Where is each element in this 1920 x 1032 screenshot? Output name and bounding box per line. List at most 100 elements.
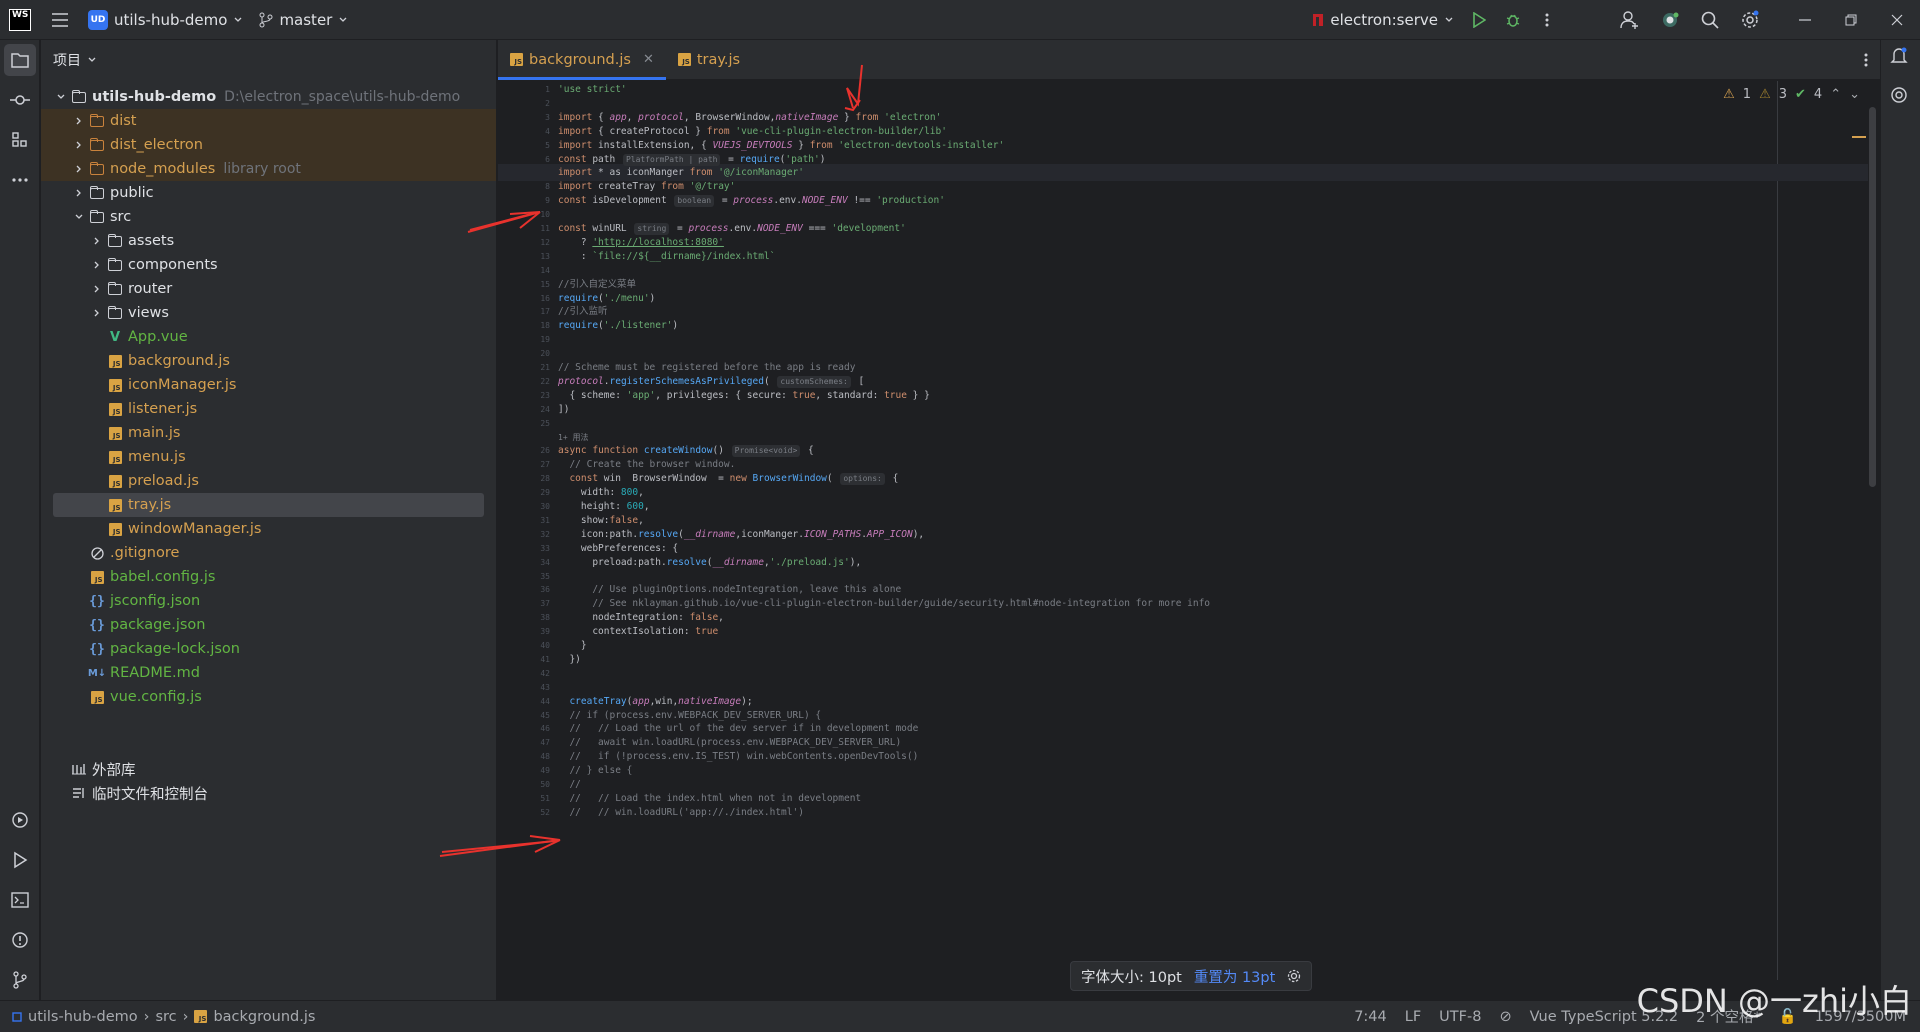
tree-external-libraries[interactable]: 外部库 xyxy=(41,757,496,781)
chevron-right-icon[interactable] xyxy=(71,113,87,129)
tree-item-label: background.js xyxy=(128,353,230,369)
reset-font-size-link[interactable]: 重置为 13pt xyxy=(1194,966,1275,987)
tree-item[interactable]: JS background.js xyxy=(41,349,496,373)
close-window-icon[interactable] xyxy=(1874,0,1920,40)
code-line[interactable]: ]) xyxy=(558,401,569,418)
tree-item[interactable]: public xyxy=(41,181,496,205)
tree-item[interactable]: node_modules library root xyxy=(41,157,496,181)
line-separator[interactable]: LF xyxy=(1405,1009,1421,1025)
tree-item[interactable]: assets xyxy=(41,229,496,253)
add-user-icon[interactable] xyxy=(1610,0,1650,40)
chevron-right-icon[interactable] xyxy=(89,233,105,249)
run-icon[interactable] xyxy=(1462,0,1496,40)
chevron-down-icon[interactable] xyxy=(71,209,87,225)
chevron-right-icon[interactable] xyxy=(71,137,87,153)
tree-item[interactable]: JS iconManager.js xyxy=(41,373,496,397)
crumb-file[interactable]: background.js xyxy=(213,1009,315,1025)
tab-background-js[interactable]: JS background.js ✕ xyxy=(498,40,666,80)
chevron-right-icon[interactable] xyxy=(89,257,105,273)
chevron-right-icon[interactable] xyxy=(89,305,105,321)
tree-item[interactable]: {} package-lock.json xyxy=(41,637,496,661)
caret-position[interactable]: 7:44 xyxy=(1354,1009,1387,1025)
project-switcher[interactable]: UD utils-hub-demo xyxy=(80,5,251,35)
app-logo[interactable]: WS xyxy=(0,0,40,40)
crumb-src[interactable]: src xyxy=(155,1009,176,1025)
project-tool-icon[interactable] xyxy=(4,44,36,76)
crumb-project[interactable]: utils-hub-demo xyxy=(28,1009,138,1025)
tree-item[interactable]: router xyxy=(41,277,496,301)
code-line[interactable]: const isDevelopment boolean = process.en… xyxy=(558,192,945,209)
terminal-tool-icon[interactable] xyxy=(4,884,36,916)
chevron-right-icon[interactable] xyxy=(89,281,105,297)
structure-tool-icon[interactable] xyxy=(4,124,36,156)
notifications-bell-icon[interactable] xyxy=(1889,46,1909,66)
usages-hint[interactable]: 1+ 用法 xyxy=(558,429,588,446)
ai-chat-icon[interactable] xyxy=(1890,86,1908,104)
editor-scrollbar[interactable] xyxy=(1869,107,1876,487)
tree-item[interactable]: {} package.json xyxy=(41,613,496,637)
chevron-right-icon[interactable] xyxy=(71,161,87,177)
git-tool-icon[interactable] xyxy=(4,964,36,996)
tree-item[interactable]: views xyxy=(41,301,496,325)
code-line[interactable]: }) xyxy=(558,651,580,668)
tree-item[interactable]: {} jsconfig.json xyxy=(41,589,496,613)
code-line[interactable]: 'use strict' xyxy=(558,81,627,98)
run-config-selector[interactable]: electron:serve xyxy=(1312,11,1454,29)
tree-item[interactable]: dist_electron xyxy=(41,133,496,157)
tree-item[interactable]: JS vue.config.js xyxy=(41,685,496,709)
minimize-icon[interactable] xyxy=(1782,0,1828,40)
tree-item[interactable]: M↓ README.md xyxy=(41,661,496,685)
tree-item[interactable]: src xyxy=(41,205,496,229)
main-menu-icon[interactable] xyxy=(40,0,80,40)
tree-item[interactable]: JS menu.js xyxy=(41,445,496,469)
run-tool-icon[interactable] xyxy=(4,844,36,876)
restore-icon[interactable] xyxy=(1828,0,1874,40)
debug-icon[interactable] xyxy=(1496,0,1530,40)
services-tool-icon[interactable] xyxy=(4,804,36,836)
tree-item[interactable]: JS windowManager.js xyxy=(41,517,496,541)
problems-tool-icon[interactable] xyxy=(4,924,36,956)
settings-gear-icon[interactable] xyxy=(1730,0,1770,40)
tree-item[interactable]: .gitignore xyxy=(41,541,496,565)
code-line[interactable]: preload:path.resolve(__dirname,'./preloa… xyxy=(558,554,861,571)
warning-count: 1 xyxy=(1742,87,1752,102)
js-file-icon: JS xyxy=(107,473,123,489)
tree-item[interactable]: JS listener.js xyxy=(41,397,496,421)
tree-item[interactable]: dist xyxy=(41,109,496,133)
branch-icon xyxy=(259,12,273,27)
chevron-down-icon[interactable]: ⌄ xyxy=(1849,87,1860,102)
commit-tool-icon[interactable] xyxy=(4,84,36,116)
code-editor[interactable]: 1234567891011121314151617181920212223242… xyxy=(498,81,1880,980)
more-tools-icon[interactable] xyxy=(4,164,36,196)
code-line[interactable]: { scheme: 'app', privileges: { secure: t… xyxy=(558,387,929,404)
ai-assistant-icon[interactable] xyxy=(1650,0,1690,40)
chevron-down-icon[interactable] xyxy=(53,89,69,105)
search-icon[interactable] xyxy=(1690,0,1730,40)
tree-item[interactable]: JS babel.config.js xyxy=(41,565,496,589)
tree-root[interactable]: utils-hub-demo D:\electron_space\utils-h… xyxy=(41,85,496,109)
tab-tray-js[interactable]: JS tray.js xyxy=(666,40,752,80)
code-line[interactable]: // // win.loadURL('app://./index.html') xyxy=(558,804,804,821)
tree-item[interactable]: JS preload.js xyxy=(41,469,496,493)
no-highlight-icon[interactable]: ⊘ xyxy=(1499,1009,1511,1025)
code-line[interactable]: require('./listener') xyxy=(558,317,678,334)
tab-options-icon[interactable] xyxy=(1864,52,1868,68)
tree-item[interactable]: JS main.js xyxy=(41,421,496,445)
file-encoding[interactable]: UTF-8 xyxy=(1439,1009,1481,1025)
line-number[interactable]: 52 xyxy=(510,804,550,821)
close-tab-icon[interactable]: ✕ xyxy=(643,52,654,67)
vcs-branch-switcher[interactable]: master xyxy=(251,5,356,35)
inspection-widget[interactable]: ⚠ 1 ⚠ 3 ✔ 4 ⌃ ⌄ xyxy=(1723,87,1860,102)
chevron-up-icon[interactable]: ⌃ xyxy=(1830,87,1841,102)
tree-item[interactable]: components xyxy=(41,253,496,277)
line-number[interactable]: 25 xyxy=(510,415,550,432)
chevron-right-icon[interactable] xyxy=(71,185,87,201)
more-actions-icon[interactable] xyxy=(1530,0,1564,40)
tree-scratches[interactable]: 临时文件和控制台 xyxy=(41,781,496,805)
code-line[interactable]: : `file://${__dirname}/index.html` xyxy=(558,248,775,265)
settings-gear-icon[interactable] xyxy=(1287,969,1301,983)
project-panel-header[interactable]: 项目 xyxy=(41,40,496,80)
tree-item[interactable]: V App.vue xyxy=(41,325,496,349)
tree-item[interactable]: JS tray.js xyxy=(53,493,484,517)
